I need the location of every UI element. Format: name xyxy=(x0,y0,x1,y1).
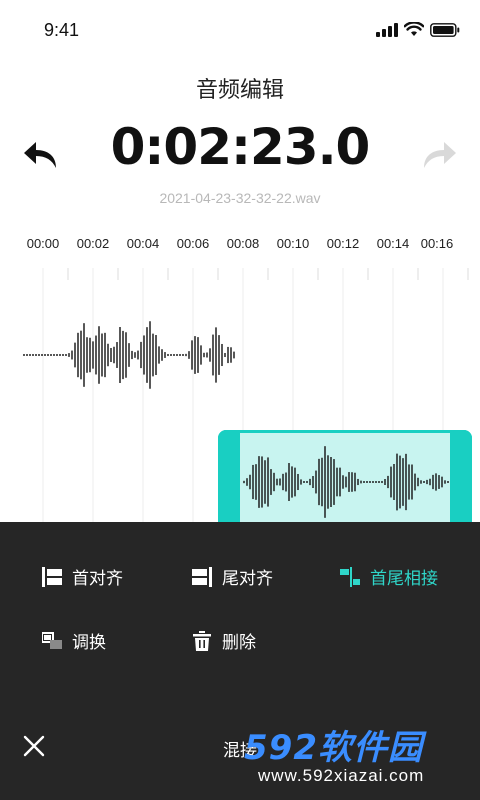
ruler-label: 00:12 xyxy=(326,236,360,251)
swap-label: 调换 xyxy=(72,633,106,653)
watermark-logo: 592软件园 xyxy=(244,728,423,768)
clip-2-right-handle[interactable] xyxy=(450,430,472,524)
delete-label: 删除 xyxy=(222,633,256,653)
ruler-label: 00:08 xyxy=(226,236,260,251)
timeline-ruler: 00:00 00:02 00:04 00:06 00:08 00:10 00:1… xyxy=(0,236,480,256)
trash-icon xyxy=(193,630,211,651)
ruler-label: 00:06 xyxy=(176,236,210,251)
ruler-label: 00:16 xyxy=(420,236,454,251)
align-end-icon xyxy=(192,566,212,587)
wifi-icon xyxy=(404,22,424,36)
align-end-label: 尾对齐 xyxy=(222,569,273,589)
audio-clip-2[interactable] xyxy=(218,430,472,524)
head-tail-join-button[interactable]: 首尾相接 xyxy=(340,564,438,589)
audio-clip-1-waveform[interactable] xyxy=(23,321,235,389)
ruler-label: 00:10 xyxy=(276,236,310,251)
watermark: 592软件园 www.592xiazai.com xyxy=(244,720,480,800)
watermark-url: www.592xiazai.com xyxy=(258,766,425,785)
ruler-label: 00:02 xyxy=(76,236,110,251)
align-start-icon xyxy=(42,566,62,587)
status-icons xyxy=(376,22,460,37)
head-tail-join-label: 首尾相接 xyxy=(370,569,438,589)
page-title: 音频编辑 xyxy=(195,78,284,103)
ruler-label: 00:00 xyxy=(26,236,60,251)
align-end-button[interactable]: 尾对齐 xyxy=(192,564,273,589)
playback-timer: 0:02:23.0 xyxy=(110,118,371,176)
cellular-signal-icon xyxy=(376,22,398,37)
align-start-button[interactable]: 首对齐 xyxy=(42,564,123,589)
align-start-label: 首对齐 xyxy=(72,569,123,589)
waveform-canvas xyxy=(23,268,472,524)
status-bar: 9:41 xyxy=(0,0,480,60)
ruler-label: 00:14 xyxy=(376,236,410,251)
swap-button[interactable]: 调换 xyxy=(42,628,106,653)
waveform-track-area[interactable] xyxy=(0,268,480,524)
swap-icon xyxy=(42,631,62,649)
status-time: 9:41 xyxy=(44,20,80,40)
delete-button[interactable]: 删除 xyxy=(192,628,256,653)
head-tail-join-icon xyxy=(340,566,360,587)
battery-icon xyxy=(430,22,460,37)
file-name: 2021-04-23-32-32-22.wav xyxy=(159,190,321,206)
ruler-label: 00:04 xyxy=(126,236,160,251)
clip-2-left-handle[interactable] xyxy=(218,430,240,524)
